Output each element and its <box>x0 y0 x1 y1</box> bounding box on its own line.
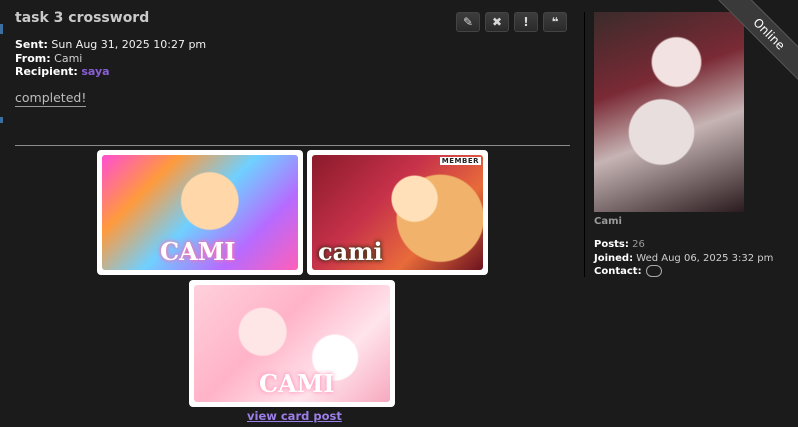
signature-divider <box>15 145 570 146</box>
message-body: completed! <box>15 90 87 107</box>
profile-username[interactable]: Cami <box>594 216 622 227</box>
delete-button[interactable]: ✖ <box>485 12 509 32</box>
posts-row: Posts: 26 <box>594 238 773 252</box>
card-image: CAMI <box>97 150 303 275</box>
from-username[interactable]: Cami <box>54 52 82 65</box>
sent-label: Sent: <box>15 38 48 51</box>
contact-row: Contact: <box>594 265 773 279</box>
author-profile: Online Cami Posts: 26 Joined: Wed Aug 06… <box>584 0 798 279</box>
card-name: CAMI <box>160 237 236 266</box>
joined-label: Joined: <box>594 252 634 264</box>
card-image: MEMBER cami <box>307 150 488 275</box>
exclamation-icon: ! <box>523 15 529 29</box>
private-message-post: task 3 crossword ✎ ✖ ! ❝ Sent: Sun Aug 3… <box>0 0 798 427</box>
sent-value: Sun Aug 31, 2025 10:27 pm <box>51 38 207 51</box>
left-accent-bar <box>0 117 3 123</box>
close-icon: ✖ <box>491 15 503 29</box>
sent-row: Sent: Sun Aug 31, 2025 10:27 pm <box>15 38 206 52</box>
pencil-icon: ✎ <box>462 15 474 29</box>
from-label: From: <box>15 51 51 65</box>
quote-icon: ❝ <box>551 15 559 29</box>
speech-bubble-icon[interactable] <box>645 265 662 277</box>
posts-label: Posts: <box>594 239 629 250</box>
from-row: From: Cami <box>15 52 206 66</box>
view-card-post-link[interactable]: view card post <box>247 409 342 423</box>
contact-label: Contact: <box>594 266 642 277</box>
message-title: task 3 crossword <box>15 10 150 26</box>
post-buttons: ✎ ✖ ! ❝ <box>456 12 567 32</box>
card-image: CAMI <box>189 280 395 407</box>
report-button[interactable]: ! <box>514 12 538 32</box>
card-art: MEMBER cami <box>312 155 483 270</box>
card-name: cami <box>318 237 383 266</box>
card-art: CAMI <box>194 285 390 402</box>
posts-count[interactable]: 26 <box>632 239 645 250</box>
avatar[interactable] <box>594 12 744 212</box>
member-tag: MEMBER <box>439 157 481 165</box>
card-art: CAMI <box>102 155 298 270</box>
edit-button[interactable]: ✎ <box>456 12 480 32</box>
joined-date: Wed Aug 06, 2025 3:32 pm <box>636 252 774 264</box>
quote-button[interactable]: ❝ <box>543 12 567 32</box>
recipient-row: Recipient: saya <box>15 65 206 79</box>
joined-row: Joined: Wed Aug 06, 2025 3:32 pm <box>594 252 773 266</box>
recipient-label: Recipient: <box>15 65 78 78</box>
recipient-username[interactable]: saya <box>81 65 109 78</box>
card-name: CAMI <box>259 369 335 398</box>
message-meta: Sent: Sun Aug 31, 2025 10:27 pm From: Ca… <box>15 38 206 79</box>
profile-stats: Posts: 26 Joined: Wed Aug 06, 2025 3:32 … <box>594 238 773 279</box>
left-accent-bar <box>0 24 3 34</box>
